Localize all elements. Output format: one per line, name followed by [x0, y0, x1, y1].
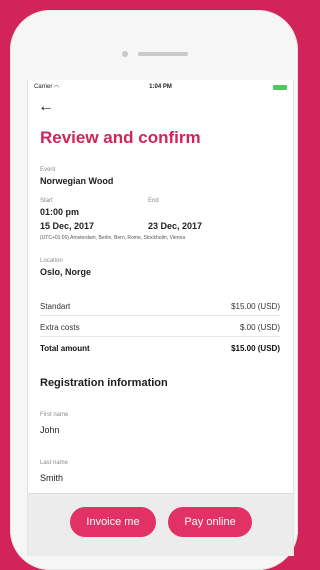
earpiece-speaker: [138, 52, 188, 56]
cost-row-total: Total amount $15.00 (USD): [40, 339, 280, 357]
cost-row-extra: Extra costs $.00 (USD): [40, 318, 280, 337]
back-arrow-icon[interactable]: ←: [38, 98, 54, 116]
cost-row-standart: Standart $15.00 (USD): [40, 297, 280, 316]
total-label: Total amount: [40, 344, 90, 353]
cost-label: Extra costs: [40, 323, 80, 332]
cost-value: $15.00 (USD): [231, 302, 280, 311]
timezone-text: (UTC+01:00) Amsterdam, Berlin, Bern, Rom…: [40, 235, 186, 241]
cost-label: Standart: [40, 302, 71, 311]
event-value: Norwegian Wood: [40, 176, 114, 186]
app-screen: Carrier ◠ 1:04 PM ← Review and confirm E…: [27, 80, 294, 556]
location-label: Location: [40, 258, 63, 264]
last-name-label: Last name: [40, 460, 69, 466]
pay-online-button[interactable]: Pay online: [168, 507, 252, 537]
event-label: Event: [40, 167, 56, 173]
first-name-label: First name: [40, 412, 69, 418]
page-title: Review and confirm: [40, 128, 201, 147]
start-time: 01:00 pm: [40, 207, 80, 217]
registration-title: Registration information: [40, 377, 168, 389]
end-date: 23 Dec, 2017: [148, 221, 203, 231]
start-label: Start: [40, 198, 53, 204]
location-value: Oslo, Norge: [40, 267, 92, 277]
invoice-me-button[interactable]: Invoice me: [70, 507, 156, 537]
front-camera: [122, 51, 128, 57]
total-value: $15.00 (USD): [231, 344, 280, 353]
battery-icon: [273, 85, 287, 90]
start-date: 15 Dec, 2017: [40, 221, 95, 231]
first-name-field[interactable]: John: [40, 425, 60, 435]
status-time: 1:04 PM: [149, 84, 172, 90]
action-footer: Invoice me Pay online: [28, 493, 293, 556]
status-bar: Carrier ◠ 1:04 PM: [28, 80, 293, 94]
last-name-field[interactable]: Smith: [40, 473, 63, 483]
cost-value: $.00 (USD): [239, 323, 280, 332]
end-label: End: [148, 198, 159, 204]
